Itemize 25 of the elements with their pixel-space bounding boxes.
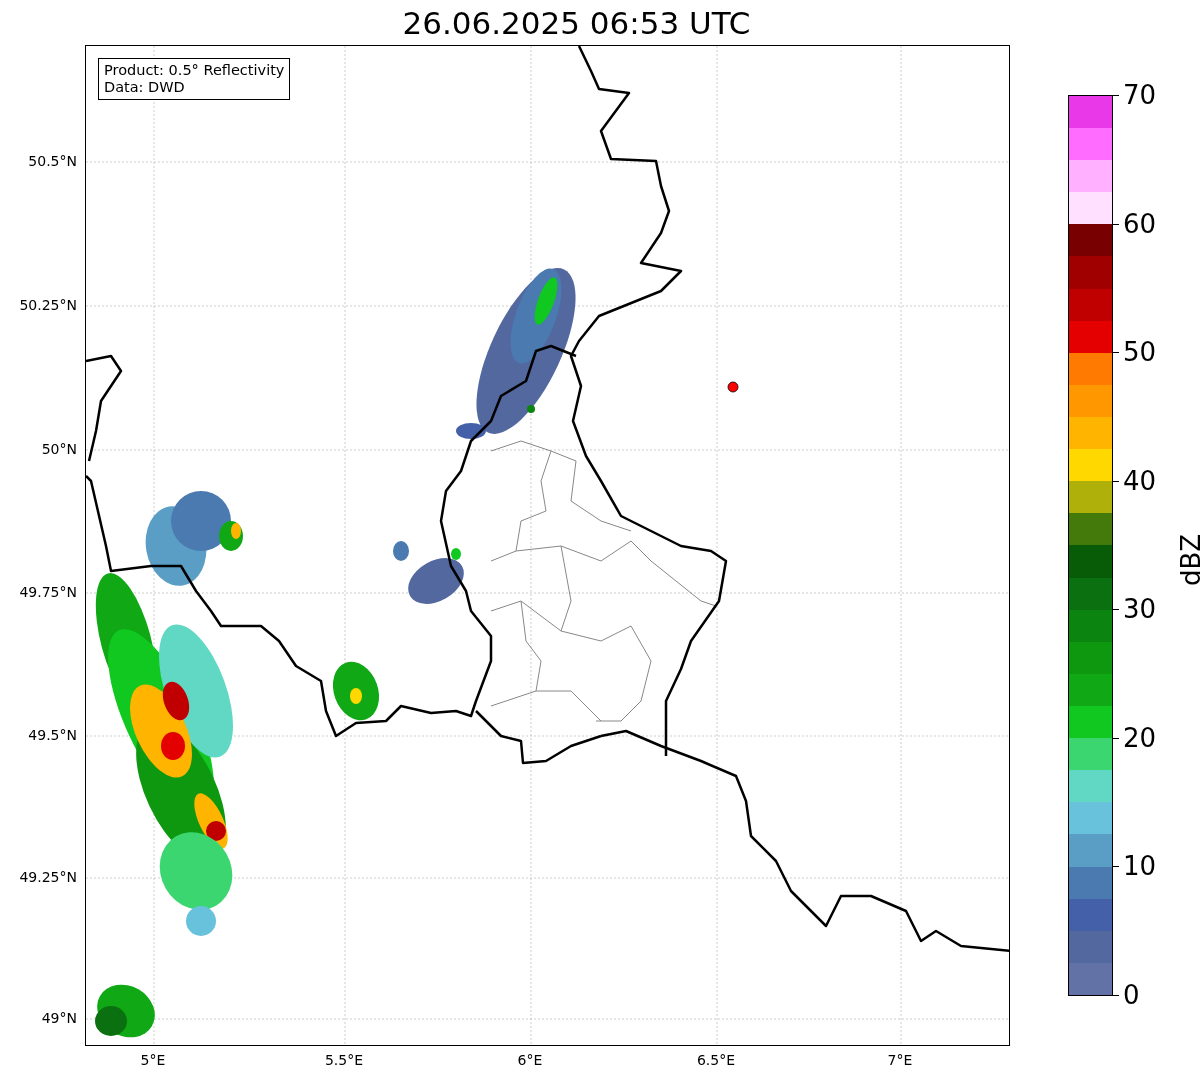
- location-marker-icon: [727, 381, 739, 393]
- longitude-label: 6.5°E: [696, 1052, 736, 1068]
- latitude-label: 49.25°N: [19, 869, 77, 885]
- longitude-label: 5°E: [140, 1052, 166, 1068]
- longitude-label: 6°E: [517, 1052, 543, 1068]
- longitude-label: 7°E: [887, 1052, 913, 1068]
- scale-tick-label: 40: [1123, 465, 1157, 496]
- scale-tick-label: 30: [1123, 594, 1157, 625]
- info-text: Product: 0.5° Reflectivity: [104, 62, 285, 79]
- scale-tick-label: 50: [1123, 337, 1157, 368]
- scale-tick-label: 0: [1123, 980, 1140, 1010]
- latitude-label: 50.25°N: [19, 297, 77, 313]
- latitude-label: 49.5°N: [28, 727, 77, 743]
- scale-unit-label: dBZ: [1176, 533, 1202, 587]
- latitude-label: 49.75°N: [19, 584, 77, 600]
- longitude-label: 5.5°E: [324, 1052, 364, 1068]
- latitude-label: 50.5°N: [28, 153, 77, 169]
- chart-title: 26.06.2025 06:53 UTC: [402, 4, 751, 41]
- scale-tick-label: 10: [1123, 851, 1157, 882]
- scale-tick-label: 70: [1123, 80, 1157, 110]
- latitude-label: 49°N: [41, 1010, 77, 1026]
- scale-tick-label: 20: [1123, 722, 1157, 753]
- latitude-label: 50°N: [41, 441, 77, 457]
- info-text: Data: DWD: [104, 79, 186, 96]
- scale-tick-label: 60: [1123, 208, 1157, 239]
